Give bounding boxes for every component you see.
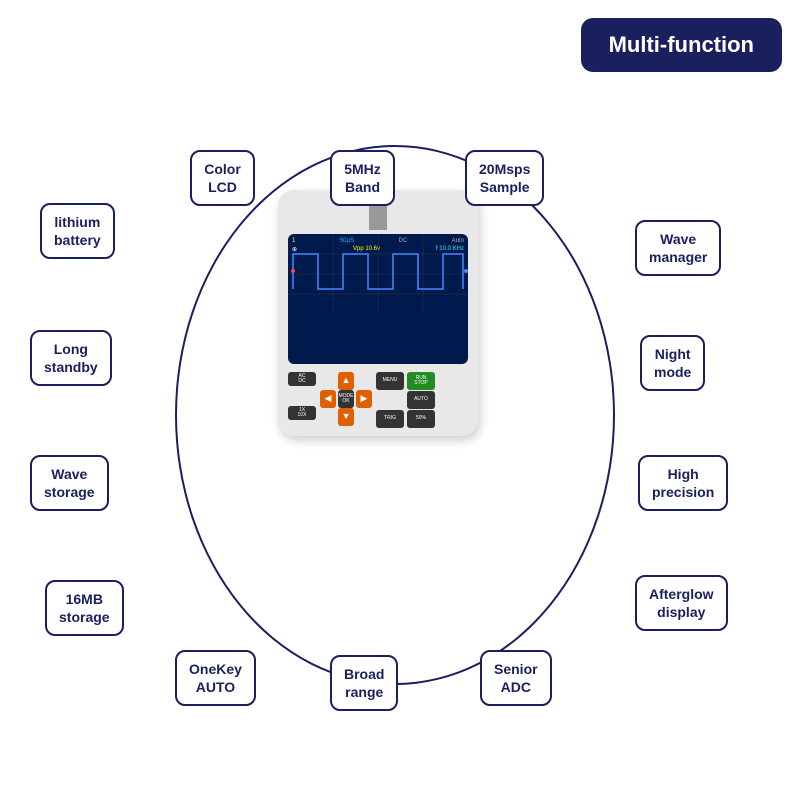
feature-afterglow-display: Afterglow display — [635, 575, 728, 631]
feature-lithium-battery: lithium battery — [40, 203, 115, 259]
feature-long-standby: Long standby — [30, 330, 112, 386]
feature-wave-manager: Wave manager — [635, 220, 721, 276]
feature-high-precision: High precision — [638, 455, 728, 511]
feature-senior-adc: Senior ADC — [480, 650, 552, 706]
feature-5mhz-band: 5MHz Band — [330, 150, 395, 206]
feature-wave-storage: Wave storage — [30, 455, 109, 511]
feature-night-mode: Night mode — [640, 335, 705, 391]
title-text: Multi-function — [609, 32, 754, 57]
feature-broad-range: Broad range — [330, 655, 398, 711]
feature-color-lcd: Color LCD — [190, 150, 255, 206]
device-illustration: 1 50μS DC Auto ⊕ — [278, 190, 478, 436]
feature-16mb-storage: 16MB storage — [45, 580, 124, 636]
feature-onekey-auto: OneKey AUTO — [175, 650, 256, 706]
feature-20msps-sample: 20Msps Sample — [465, 150, 544, 206]
title-badge: Multi-function — [581, 18, 782, 72]
